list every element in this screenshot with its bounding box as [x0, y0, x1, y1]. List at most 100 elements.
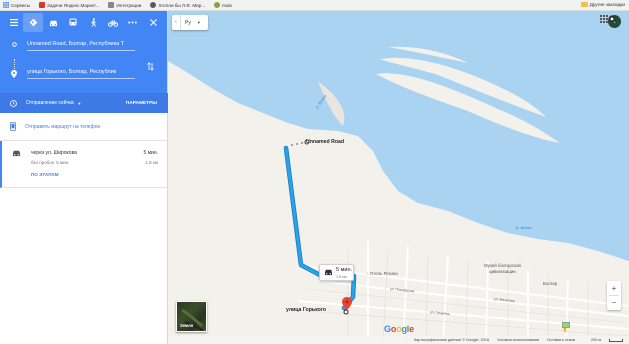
google-logo: Google: [384, 324, 414, 334]
scale-indicator[interactable]: 200 м: [583, 338, 623, 342]
bookmark-label: mais: [222, 2, 232, 8]
end-marker: [343, 309, 349, 315]
travel-modes: [0, 11, 168, 34]
more-dots-icon: [127, 21, 137, 24]
bookmark-label: Задачи Яндекс.Маркет...: [47, 2, 100, 8]
bookmark-integrations[interactable]: Интеграции: [108, 2, 141, 8]
earth-view-toggle[interactable]: Земля: [176, 301, 207, 332]
chevron-down-icon: ▼: [77, 100, 82, 106]
bookmark-mais[interactable]: mais: [214, 2, 232, 8]
walk-icon: [90, 18, 96, 27]
phone-send-icon: [10, 122, 16, 131]
send-to-phone-row[interactable]: Отправить маршрут на телефон: [0, 113, 168, 141]
route-via: через ул. Широкова: [31, 150, 77, 156]
car-icon: [12, 150, 21, 157]
route-traffic: без пробок: 5 мин.: [31, 160, 70, 165]
town-label: Болгар: [543, 281, 558, 286]
poi-hotel-label: ⌂ Отель Регина: [366, 271, 398, 276]
zoom-in-button[interactable]: +: [607, 281, 621, 295]
dropdown-arrow-icon: ▼: [196, 20, 201, 25]
feedback-link[interactable]: Оставить отзыв: [547, 338, 575, 342]
directions-panel: Unnamed Road, Болгар, Республика Т улица…: [0, 11, 168, 344]
bookmark-label: Сервисы: [11, 2, 31, 8]
apps-grid-icon: [3, 2, 9, 8]
menu-button[interactable]: [4, 13, 24, 32]
route-time: 5 мин.: [143, 150, 158, 156]
account-area: t: [600, 15, 621, 28]
end-label: улица Горького: [286, 307, 327, 313]
route-distance: 1,9 км: [145, 160, 158, 165]
mode-walk-button[interactable]: [83, 13, 103, 32]
more-modes-button[interactable]: [122, 13, 142, 32]
bookmark-world[interactable]: Хотели бы Л.Ф. Мир...: [150, 2, 205, 8]
zoom-controls: + −: [607, 281, 621, 310]
origin-input[interactable]: Unnamed Road, Болгар, Республика Т: [27, 39, 135, 51]
destination-pin-icon: [11, 70, 17, 78]
museum-line2: цивилизации: [489, 269, 516, 274]
walk-dot: [291, 144, 293, 146]
scale-label: 200 м: [590, 338, 601, 342]
map-canvas[interactable]: ‹ Ру ▼ t р. Волга р. Волга Unnamed Road …: [168, 11, 629, 344]
bookmark-globe-icon: [150, 2, 157, 8]
poi-museum[interactable]: Музей болгарской цивилизации: [484, 263, 521, 275]
start-label: Unnamed Road: [306, 139, 345, 145]
mode-best-button[interactable]: [23, 13, 43, 32]
depart-label: Отправление сейчас: [26, 100, 75, 106]
bookmarks-bar: Сервисы Задачи Яндекс.Маркет... Интеграц…: [0, 0, 629, 11]
car-icon: [324, 269, 333, 276]
clock-icon: [10, 99, 17, 107]
tooltip-distance: 1,9 км: [336, 275, 347, 279]
options-button[interactable]: ПАРАМЕТРЫ: [126, 101, 157, 106]
swap-button[interactable]: [147, 62, 154, 73]
send-to-phone-label: Отправить маршрут на телефон: [25, 123, 101, 130]
bookmark-services[interactable]: Сервисы: [3, 2, 30, 8]
bicycle-icon: [108, 20, 118, 27]
language-selector[interactable]: ‹ Ру ▼: [172, 15, 208, 30]
directions-header: Unnamed Road, Болгар, Республика Т улица…: [0, 11, 167, 102]
directions-diamond-icon: [29, 18, 37, 27]
route-connector: [14, 59, 15, 69]
map-footer: Картографические данные © Google, 2018 У…: [168, 336, 629, 344]
close-directions-button[interactable]: [143, 13, 163, 32]
town-roads: [297, 241, 629, 344]
notifications-icon[interactable]: [608, 15, 616, 23]
route-tooltip[interactable]: 5 мин. 1,9 км: [319, 264, 354, 281]
other-bookmarks-label: Другие закладки: [589, 2, 625, 7]
mode-car-button[interactable]: [43, 13, 63, 32]
bookmark-site-icon: [214, 2, 221, 8]
destination-input[interactable]: улица Горького, Болгар, Республик: [27, 67, 135, 79]
depart-row[interactable]: Отправление сейчас ▼ ПАРАМЕТРЫ: [0, 93, 168, 113]
folder-icon: [580, 2, 588, 7]
pin-center: [345, 300, 349, 304]
apps-grid-icon[interactable]: [600, 15, 608, 23]
hotel-name: Отель Регина: [369, 271, 398, 276]
route-option[interactable]: через ул. Широкова 5 мин. без пробок: 5 …: [0, 141, 168, 188]
collapse-panel-button[interactable]: ‹: [172, 15, 181, 30]
mode-bike-button[interactable]: [103, 13, 123, 32]
walk-dot: [296, 143, 298, 145]
menu-icon: [10, 19, 18, 26]
bookmark-tasks[interactable]: Задачи Яндекс.Маркет...: [39, 2, 99, 8]
mode-transit-button[interactable]: [63, 13, 83, 32]
swap-arrows-icon: [147, 62, 154, 71]
water-label: р. Волга: [516, 225, 532, 230]
car-icon: [49, 20, 57, 26]
map-data-credit: Картографические данные © Google, 2018: [413, 338, 489, 342]
bookmark-page-icon: [39, 2, 46, 8]
scale-bar: [609, 338, 623, 342]
tooltip-time: 5 мин.: [336, 267, 353, 273]
close-icon: [149, 19, 157, 26]
bookmark-label: Интеграции: [116, 2, 142, 8]
language-label: Ру: [185, 19, 191, 26]
map-graphics: [168, 11, 629, 344]
zoom-out-button[interactable]: −: [607, 296, 621, 309]
bookmark-label: Хотели бы Л.Ф. Мир...: [158, 2, 206, 8]
earth-label: Земля: [180, 323, 194, 328]
origin-dot-icon: [12, 42, 17, 47]
other-bookmarks[interactable]: Другие закладки: [580, 2, 625, 7]
bus-icon: [69, 18, 77, 26]
route-steps-link[interactable]: ПО ЭТАПАМ: [31, 172, 59, 177]
terms-link[interactable]: Условия использования: [497, 338, 539, 342]
bookmark-page-icon: [108, 2, 115, 8]
walk-dot: [301, 142, 303, 144]
